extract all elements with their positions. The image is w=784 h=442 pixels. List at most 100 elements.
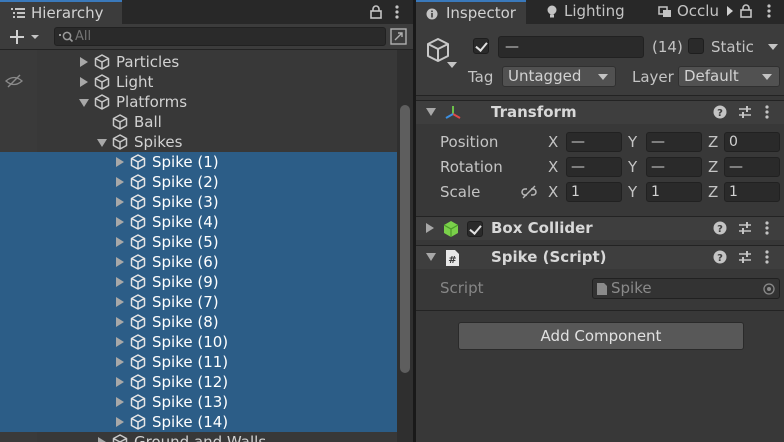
collapsed-arrow-icon[interactable] <box>116 337 124 347</box>
collapsed-arrow-icon[interactable] <box>80 57 88 67</box>
collapsed-arrow-icon[interactable] <box>80 77 88 87</box>
rotation-z-axis-label[interactable]: Z <box>708 158 718 176</box>
scale-z-field[interactable]: 1 <box>724 182 780 202</box>
hierarchy-item[interactable]: Spike (14) <box>0 412 397 432</box>
expanded-arrow-icon[interactable] <box>97 139 107 147</box>
hierarchy-item[interactable]: Spike (2) <box>0 172 397 192</box>
collapsed-arrow-icon[interactable] <box>116 417 124 427</box>
hierarchy-item[interactable]: Spike (4) <box>0 212 397 232</box>
lock-icon[interactable] <box>740 4 752 18</box>
hierarchy-item[interactable]: Ball <box>0 112 397 132</box>
hierarchy-item-label: Spike (14) <box>152 413 229 431</box>
collapsed-arrow-icon[interactable] <box>116 197 124 207</box>
tab-lighting[interactable]: Lighting <box>526 0 636 24</box>
collapsed-arrow-icon[interactable] <box>98 437 106 442</box>
position-x-axis-label[interactable]: X <box>548 133 558 151</box>
kebab-menu-icon[interactable] <box>766 4 772 18</box>
position-z-field[interactable]: 0 <box>724 132 780 152</box>
collapsed-arrow-icon[interactable] <box>116 257 124 267</box>
component-menu-icon[interactable] <box>764 105 770 119</box>
preset-sliders-icon[interactable] <box>738 221 752 235</box>
rotation-z-field[interactable]: — <box>724 157 780 177</box>
box-collider-enabled-checkbox[interactable] <box>467 221 483 237</box>
scale-z-axis-label[interactable]: Z <box>708 183 718 201</box>
collapsed-arrow-icon[interactable] <box>116 377 124 387</box>
tab-hierarchy[interactable]: Hierarchy <box>0 0 122 24</box>
tab-scroll-right-icon[interactable] <box>726 5 734 17</box>
preset-sliders-icon[interactable] <box>738 250 752 264</box>
hierarchy-item[interactable]: Spike (6) <box>0 252 397 272</box>
add-component-button[interactable]: Add Component <box>458 322 744 350</box>
position-y-axis-label[interactable]: Y <box>628 133 637 151</box>
component-menu-icon[interactable] <box>764 250 770 264</box>
script-component-header[interactable]: # Spike (Script) ? <box>416 245 784 269</box>
tab-inspector[interactable]: Inspector <box>416 0 526 24</box>
hierarchy-item[interactable]: Light <box>0 72 397 92</box>
hierarchy-item[interactable]: Spikes <box>0 132 397 152</box>
hierarchy-item[interactable]: Spike (12) <box>0 372 397 392</box>
hierarchy-item[interactable]: Spike (3) <box>0 192 397 212</box>
hierarchy-item[interactable]: Spike (1) <box>0 152 397 172</box>
hierarchy-scrollbar-thumb[interactable] <box>400 105 410 373</box>
collapsed-arrow-icon[interactable] <box>426 223 434 233</box>
hierarchy-item[interactable]: Spike (8) <box>0 312 397 332</box>
position-y-field[interactable]: — <box>646 132 702 152</box>
gameobject-cube-icon[interactable] <box>424 36 452 64</box>
search-input[interactable] <box>75 28 375 45</box>
tag-dropdown[interactable]: Untagged <box>502 66 616 87</box>
hierarchy-item[interactable]: Spike (13) <box>0 392 397 412</box>
rotation-x-axis-label[interactable]: X <box>548 158 558 176</box>
tab-occlusion[interactable]: Occlu <box>644 0 724 24</box>
collapsed-arrow-icon[interactable] <box>116 277 124 287</box>
object-name-field[interactable]: — <box>498 36 644 58</box>
icon-picker-caret-icon[interactable] <box>447 62 457 68</box>
lock-icon[interactable] <box>370 5 382 19</box>
hierarchy-item[interactable]: Ground and Walls <box>0 432 397 442</box>
create-dropdown-button[interactable] <box>4 27 44 47</box>
hierarchy-search-field[interactable] <box>54 27 386 46</box>
component-divider <box>416 310 784 311</box>
position-x-field[interactable]: — <box>566 132 622 152</box>
box-collider-header[interactable]: Box Collider ? <box>416 216 784 240</box>
hierarchy-item[interactable]: Spike (9) <box>0 272 397 292</box>
position-z-axis-label[interactable]: Z <box>708 133 718 151</box>
collapsed-arrow-icon[interactable] <box>116 297 124 307</box>
collapsed-arrow-icon[interactable] <box>116 177 124 187</box>
layer-dropdown[interactable]: Default <box>678 66 780 87</box>
hierarchy-item[interactable]: Spike (11) <box>0 352 397 372</box>
active-toggle-checkbox[interactable] <box>473 38 489 54</box>
rotation-y-axis-label[interactable]: Y <box>628 158 637 176</box>
static-checkbox[interactable] <box>688 38 704 54</box>
hierarchy-item[interactable]: Spike (7) <box>0 292 397 312</box>
hierarchy-item[interactable]: Platforms <box>0 92 397 112</box>
scene-visibility-icon[interactable] <box>389 27 408 46</box>
hierarchy-item[interactable]: Spike (5) <box>0 232 397 252</box>
scale-y-field[interactable]: 1 <box>646 182 702 202</box>
help-icon[interactable]: ? <box>713 250 727 264</box>
scale-x-field[interactable]: 1 <box>566 182 622 202</box>
expand-arrow-icon[interactable] <box>426 253 436 261</box>
scale-x-axis-label[interactable]: X <box>548 183 558 201</box>
collapsed-arrow-icon[interactable] <box>116 237 124 247</box>
collapsed-arrow-icon[interactable] <box>116 157 124 167</box>
collapsed-arrow-icon[interactable] <box>116 357 124 367</box>
transform-header[interactable]: Transform ? <box>416 100 784 124</box>
scale-y-axis-label[interactable]: Y <box>628 183 637 201</box>
constrain-proportions-link-icon[interactable] <box>520 185 538 199</box>
expanded-arrow-icon[interactable] <box>79 99 89 107</box>
tab-occlusion-label: Occlu <box>677 2 719 20</box>
preset-sliders-icon[interactable] <box>738 105 752 119</box>
static-dropdown-caret-icon[interactable] <box>768 44 778 50</box>
collapsed-arrow-icon[interactable] <box>116 397 124 407</box>
rotation-y-field[interactable]: — <box>646 157 702 177</box>
expand-arrow-icon[interactable] <box>426 108 436 116</box>
kebab-menu-icon[interactable] <box>394 5 400 19</box>
help-icon[interactable]: ? <box>713 105 727 119</box>
hierarchy-item[interactable]: Particles <box>0 52 397 72</box>
hierarchy-item[interactable]: Spike (10) <box>0 332 397 352</box>
help-icon[interactable]: ? <box>713 221 727 235</box>
collapsed-arrow-icon[interactable] <box>116 317 124 327</box>
collapsed-arrow-icon[interactable] <box>116 217 124 227</box>
component-menu-icon[interactable] <box>764 221 770 235</box>
rotation-x-field[interactable]: — <box>566 157 622 177</box>
